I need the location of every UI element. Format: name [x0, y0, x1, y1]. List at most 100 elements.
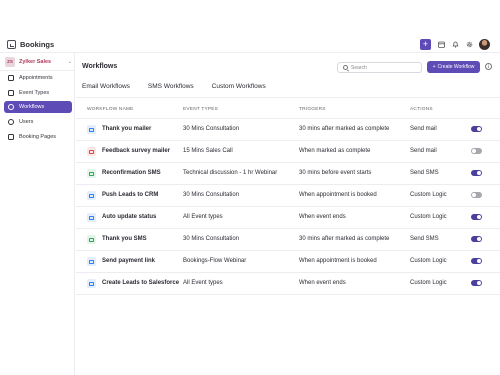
divider [0, 70, 75, 71]
sidebar-item-label: Appointments [19, 75, 53, 81]
workflow-name: Reconfirmation SMS [102, 170, 161, 176]
org-badge: ZS [5, 56, 15, 67]
sms-icon [87, 235, 96, 244]
mail-icon [87, 147, 96, 156]
action: Custom Logic [410, 214, 447, 220]
enable-toggle[interactable] [471, 126, 482, 132]
action: Custom Logic [410, 192, 447, 198]
action: Custom Logic [410, 258, 447, 264]
trigger: When event ends [299, 280, 346, 286]
event-type: Bookings-Flow Webinar [183, 258, 247, 264]
workflow-name: Feedback survey mailer [102, 148, 171, 154]
enable-toggle[interactable] [471, 214, 482, 220]
org-name: Zylker Sales [19, 58, 52, 65]
trigger: When marked as complete [299, 148, 371, 154]
search-icon [343, 65, 348, 70]
divider [76, 97, 500, 98]
action: Send mail [410, 126, 437, 132]
event-types-icon [8, 90, 14, 96]
enable-toggle[interactable] [471, 236, 482, 242]
event-type: All Event types [183, 214, 223, 220]
sidebar-item-label: Event Types [19, 90, 50, 96]
enable-toggle[interactable] [471, 280, 482, 286]
trigger: 30 mins before event starts [299, 170, 372, 176]
workflow-name: Thank you mailer [102, 126, 152, 132]
table-row[interactable]: Push Leads to CRM 30 Mins Consultation Whe… [76, 185, 500, 207]
plus-icon: + [432, 64, 436, 70]
chevron-down-icon: ⌄ [67, 58, 72, 65]
quick-add-button[interactable]: + [420, 39, 431, 50]
enable-toggle[interactable] [471, 170, 482, 176]
workflow-name: Send payment link [102, 258, 156, 264]
action: Send SMS [410, 170, 439, 176]
table-row[interactable]: Auto update status All Event types When ev… [76, 207, 500, 229]
tab-sms-workflows[interactable]: SMS Workflows [148, 83, 194, 90]
create-workflow-button[interactable]: + Create Workflow [427, 61, 480, 73]
table-header: WORKFLOW NAME EVENT TYPES TRIGGERS ACTIO… [76, 104, 500, 116]
table-row[interactable]: Feedback survey mailer 15 Mins Sales Call… [76, 141, 500, 163]
event-type: 30 Mins Consultation [183, 236, 240, 242]
info-icon[interactable]: i [485, 63, 492, 70]
table-row[interactable]: Send payment link Bookings-Flow Webinar Wh… [76, 251, 500, 273]
top-actions: + [420, 39, 490, 50]
users-icon [8, 119, 14, 125]
org-switcher[interactable]: ZS Zylker Sales ⌄ [5, 56, 72, 67]
search-box[interactable] [337, 62, 422, 73]
sidebar-item-workflows[interactable]: Workflows [4, 101, 72, 113]
column-header-workflow-name: WORKFLOW NAME [87, 107, 134, 112]
sidebar-item-label: Workflows [19, 104, 45, 110]
bookings-logo-icon [7, 40, 16, 49]
bell-icon[interactable] [451, 41, 459, 49]
event-type: 30 Mins Consultation [183, 126, 240, 132]
event-type: 30 Mins Consultation [183, 192, 240, 198]
avatar[interactable] [479, 39, 490, 50]
code-icon [87, 213, 96, 222]
trigger: When event ends [299, 214, 346, 220]
table-row[interactable]: Reconfirmation SMS Technical discussion -… [76, 163, 500, 185]
workflow-tabs: Email Workflows SMS Workflows Custom Wor… [82, 83, 266, 90]
table-row[interactable]: Thank you SMS 30 Mins Consultation 30 mins… [76, 229, 500, 251]
sidebar-item-label: Booking Pages [19, 134, 56, 140]
table-row[interactable]: Create Leads to Salesforce All Event type… [76, 273, 500, 295]
gear-icon[interactable] [465, 41, 473, 49]
workflows-icon [8, 104, 14, 110]
sidebar-item-event-types[interactable]: Event Types [4, 87, 72, 99]
enable-toggle[interactable] [471, 258, 482, 264]
booking-pages-icon [8, 134, 14, 140]
code-icon [87, 257, 96, 266]
trigger: When appointment is booked [299, 192, 377, 198]
sidebar-item-label: Users [19, 119, 34, 125]
column-header-actions: ACTIONS [410, 107, 433, 112]
event-type: Technical discussion - 1 hr Webinar [183, 170, 278, 176]
workflow-name: Create Leads to Salesforce [102, 280, 180, 286]
enable-toggle[interactable] [471, 192, 482, 198]
calendar-icon[interactable] [437, 41, 445, 49]
mail-icon [87, 125, 96, 134]
sidebar-item-appointments[interactable]: Appointments [4, 72, 72, 84]
code-icon [87, 191, 96, 200]
tab-custom-workflows[interactable]: Custom Workflows [212, 83, 266, 90]
column-header-triggers: TRIGGERS [299, 107, 326, 112]
sidebar-item-users[interactable]: Users [4, 116, 72, 128]
workflow-name: Push Leads to CRM [102, 192, 159, 198]
sidebar-item-booking-pages[interactable]: Booking Pages [4, 131, 72, 143]
trigger: 30 mins after marked as complete [299, 126, 390, 132]
trigger: When appointment is booked [299, 258, 377, 264]
create-workflow-label: Create Workflow [437, 64, 475, 70]
sms-icon [87, 169, 96, 178]
search-input[interactable] [351, 64, 411, 71]
workflow-name: Thank you SMS [102, 236, 147, 242]
event-type: 15 Mins Sales Call [183, 148, 233, 154]
tab-email-workflows[interactable]: Email Workflows [82, 83, 130, 90]
appointments-icon [8, 75, 14, 81]
brand[interactable]: Bookings [7, 40, 54, 49]
enable-toggle[interactable] [471, 148, 482, 154]
app-name: Bookings [20, 40, 55, 49]
workflow-name: Auto update status [102, 214, 157, 220]
column-header-event-types: EVENT TYPES [183, 107, 219, 112]
action: Send SMS [410, 236, 439, 242]
trigger: 30 mins after marked as complete [299, 236, 390, 242]
table-row[interactable]: Thank you mailer 30 Mins Consultation 30 m… [76, 119, 500, 141]
action: Send mail [410, 148, 437, 154]
page-title: Workflows [82, 63, 118, 70]
